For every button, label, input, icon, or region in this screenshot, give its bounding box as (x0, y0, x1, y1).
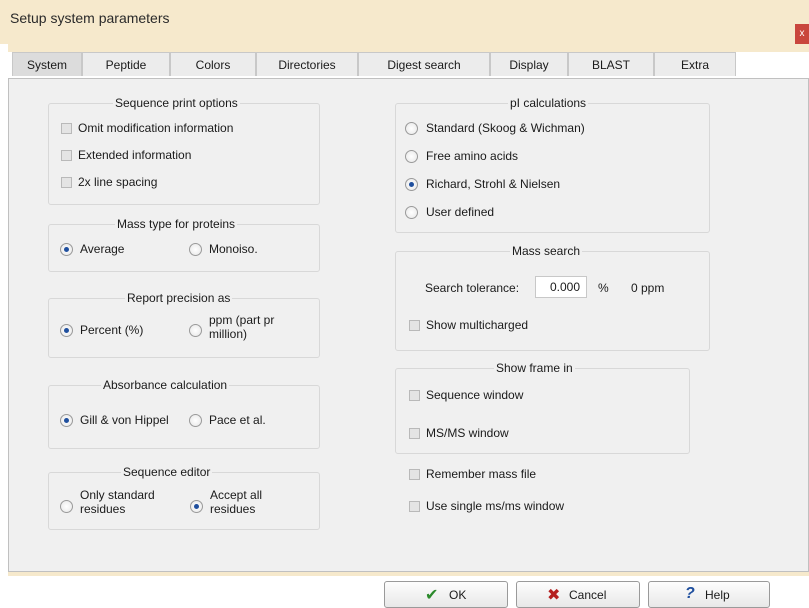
cross-icon: ✖ (547, 587, 561, 604)
option-label: Percent (%) (80, 323, 144, 337)
option-label: Accept all (210, 488, 263, 502)
free-amino-acids-radio[interactable] (405, 150, 418, 163)
tab-colors[interactable]: Colors (170, 52, 256, 76)
extended-information-checkbox[interactable] (61, 150, 72, 161)
button-label: Cancel (569, 588, 607, 602)
option-label: Gill & von Hippel (80, 413, 169, 427)
standard-skoog-wichman-radio[interactable] (405, 122, 418, 135)
option-label: ppm (part pr (209, 313, 275, 327)
gill-von-hippel-radio[interactable] (60, 414, 73, 427)
group-title: Sequence print options (113, 96, 240, 110)
search-tolerance-input[interactable]: 0.000 (535, 276, 587, 298)
option-label: Extended information (78, 148, 192, 162)
option-label: million) (209, 327, 248, 341)
msms-window-checkbox[interactable] (409, 428, 420, 439)
tab-system[interactable]: System (12, 52, 82, 76)
group-title: Absorbance calculation (101, 378, 230, 392)
group-title: pI calculations (508, 96, 589, 110)
option-label: User defined (426, 205, 495, 219)
pace-radio[interactable] (189, 414, 202, 427)
group-title: Sequence editor (121, 465, 213, 479)
monoiso-radio[interactable] (189, 243, 202, 256)
accept-all-residues-radio[interactable] (190, 500, 203, 513)
group-title: Mass search (510, 244, 583, 258)
help-icon: ? (685, 585, 695, 602)
option-label: Pace et al. (209, 413, 266, 427)
option-label: MS/MS window (426, 426, 509, 440)
group-title: Report precision as (125, 291, 233, 305)
ppm-readout: 0 ppm (631, 281, 665, 295)
option-label: residues (80, 502, 126, 516)
sequence-window-checkbox[interactable] (409, 390, 420, 401)
option-label: Monoiso. (209, 242, 258, 256)
option-label: Only standard (80, 488, 155, 502)
option-label: Show multicharged (426, 318, 529, 332)
tab-peptide[interactable]: Peptide (82, 52, 170, 76)
single-msms-window-checkbox[interactable] (409, 501, 420, 512)
percent-unit-label: % (598, 281, 609, 295)
help-button[interactable]: ? Help (648, 581, 770, 608)
group-title: Show frame in (494, 361, 575, 375)
remember-mass-file-checkbox[interactable] (409, 469, 420, 480)
show-multicharged-checkbox[interactable] (409, 320, 420, 331)
average-radio[interactable] (60, 243, 73, 256)
option-label: Standard (Skoog & Wichman) (426, 121, 585, 135)
option-label: Sequence window (426, 388, 524, 402)
double-line-spacing-checkbox[interactable] (61, 177, 72, 188)
option-label: Use single ms/ms window (426, 499, 565, 513)
tab-extra[interactable]: Extra (654, 52, 736, 76)
option-label: Free amino acids (426, 149, 519, 163)
richard-strohl-nielsen-radio[interactable] (405, 178, 418, 191)
button-label: OK (449, 588, 467, 602)
ok-button[interactable]: ✔ OK (384, 581, 508, 608)
cancel-button[interactable]: ✖ Cancel (516, 581, 640, 608)
percent-radio[interactable] (60, 324, 73, 337)
close-button[interactable]: x (795, 24, 809, 46)
tab-blast[interactable]: BLAST (568, 52, 654, 76)
option-label: Omit modification information (78, 121, 234, 135)
ppm-radio[interactable] (189, 324, 202, 337)
search-tolerance-label: Search tolerance: (425, 281, 520, 295)
button-label: Help (705, 588, 730, 602)
only-standard-residues-radio[interactable] (60, 500, 73, 513)
option-label: Average (80, 242, 125, 256)
option-label: Remember mass file (426, 467, 537, 481)
user-defined-radio[interactable] (405, 206, 418, 219)
tab-directories[interactable]: Directories (256, 52, 358, 76)
window-title: Setup system parameters (10, 10, 170, 26)
checkmark-icon: ✔ (425, 587, 439, 604)
omit-modification-checkbox[interactable] (61, 123, 72, 134)
show-frame-group: Show frame in (395, 361, 690, 454)
option-label: Richard, Strohl & Nielsen (426, 177, 561, 191)
option-label: residues (210, 502, 256, 516)
tab-digest-search[interactable]: Digest search (358, 52, 490, 76)
mass-search-group: Mass search (395, 244, 710, 351)
option-label: 2x line spacing (78, 175, 158, 189)
tab-display[interactable]: Display (490, 52, 568, 76)
group-title: Mass type for proteins (115, 217, 238, 231)
